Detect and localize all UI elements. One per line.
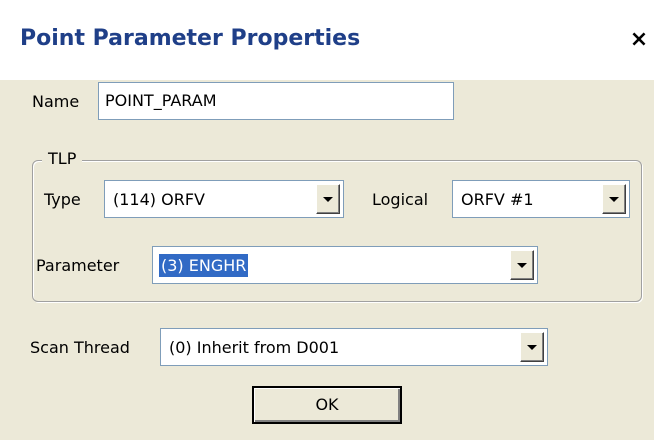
title-bar: Point Parameter Properties × bbox=[0, 0, 654, 80]
type-select[interactable]: (114) ORFV bbox=[104, 180, 344, 218]
scan-thread-select-value: (0) Inherit from D001 bbox=[169, 337, 340, 357]
scan-thread-select[interactable]: (0) Inherit from D001 bbox=[160, 328, 548, 366]
chevron-down-icon[interactable] bbox=[520, 332, 544, 362]
scan-thread-label: Scan Thread bbox=[30, 338, 130, 357]
name-label: Name bbox=[32, 92, 80, 111]
parameter-select[interactable]: (3) ENGHR bbox=[152, 246, 538, 284]
logical-select-value: ORFV #1 bbox=[461, 189, 534, 209]
close-icon[interactable]: × bbox=[624, 24, 654, 56]
type-label: Type bbox=[44, 190, 81, 209]
parameter-selected-text: (3) ENGHR bbox=[159, 253, 249, 277]
logical-select[interactable]: ORFV #1 bbox=[452, 180, 630, 218]
name-input[interactable]: POINT_PARAM bbox=[98, 82, 454, 120]
chevron-down-icon[interactable] bbox=[316, 184, 340, 214]
chevron-down-icon[interactable] bbox=[602, 184, 626, 214]
dialog-title: Point Parameter Properties bbox=[20, 26, 361, 51]
parameter-select-value: (3) ENGHR bbox=[159, 247, 249, 283]
logical-label: Logical bbox=[372, 190, 429, 209]
chevron-down-icon[interactable] bbox=[510, 250, 534, 280]
ok-button[interactable]: OK bbox=[252, 386, 402, 424]
type-select-value: (114) ORFV bbox=[113, 189, 205, 209]
tlp-group-legend: TLP bbox=[42, 149, 83, 168]
point-parameter-properties-dialog: Point Parameter Properties × Name POINT_… bbox=[0, 0, 654, 440]
parameter-label: Parameter bbox=[36, 256, 120, 275]
